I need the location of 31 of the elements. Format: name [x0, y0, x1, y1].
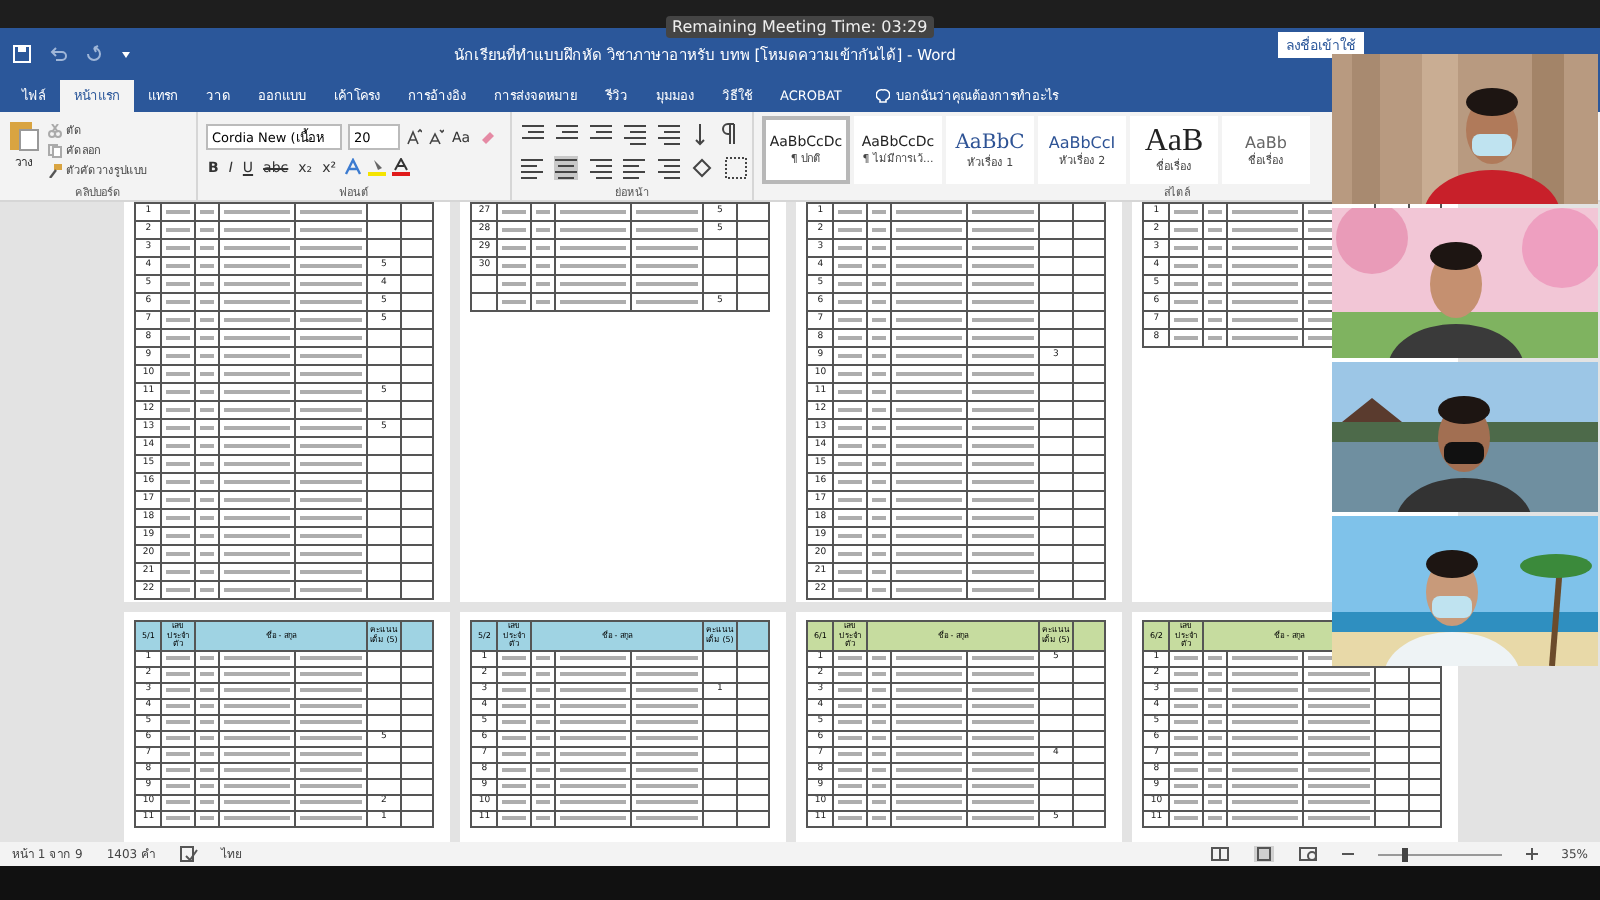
web-layout-icon[interactable] [1297, 846, 1318, 862]
shrink-font-icon[interactable] [428, 128, 444, 146]
redo-icon[interactable] [84, 44, 104, 64]
text-effects-icon[interactable] [344, 158, 363, 176]
increase-indent-icon[interactable] [656, 121, 680, 145]
bullets-icon[interactable] [520, 121, 544, 145]
undo-icon[interactable] [48, 44, 68, 64]
meeting-timer: Remaining Meeting Time: 03:29 [666, 16, 934, 38]
align-right-icon[interactable] [588, 155, 612, 179]
numbering-icon[interactable] [554, 121, 578, 145]
paintbrush-icon[interactable] [48, 163, 62, 177]
line-spacing-icon[interactable] [656, 155, 680, 179]
print-layout-icon[interactable] [1253, 846, 1274, 862]
justify-icon[interactable] [622, 155, 646, 179]
read-mode-icon[interactable] [1209, 846, 1230, 862]
decrease-indent-icon[interactable] [622, 121, 646, 145]
borders-icon[interactable] [724, 155, 748, 179]
shading-icon[interactable] [690, 155, 714, 179]
pilcrow-icon[interactable] [720, 121, 736, 145]
save-icon[interactable] [12, 44, 32, 64]
zoom-in-icon[interactable] [1525, 846, 1538, 862]
font-color-icon[interactable] [392, 158, 411, 176]
lightbulb-icon[interactable] [875, 87, 890, 105]
align-left-icon[interactable] [520, 155, 544, 179]
proofing-icon[interactable] [179, 846, 198, 862]
highlight-icon[interactable] [368, 158, 387, 176]
grow-font-icon[interactable] [406, 128, 422, 146]
clipboard-icon[interactable] [8, 116, 40, 152]
multilevel-list-icon[interactable] [588, 121, 612, 145]
sort-icon[interactable] [690, 121, 710, 145]
align-center-icon[interactable] [554, 155, 578, 179]
